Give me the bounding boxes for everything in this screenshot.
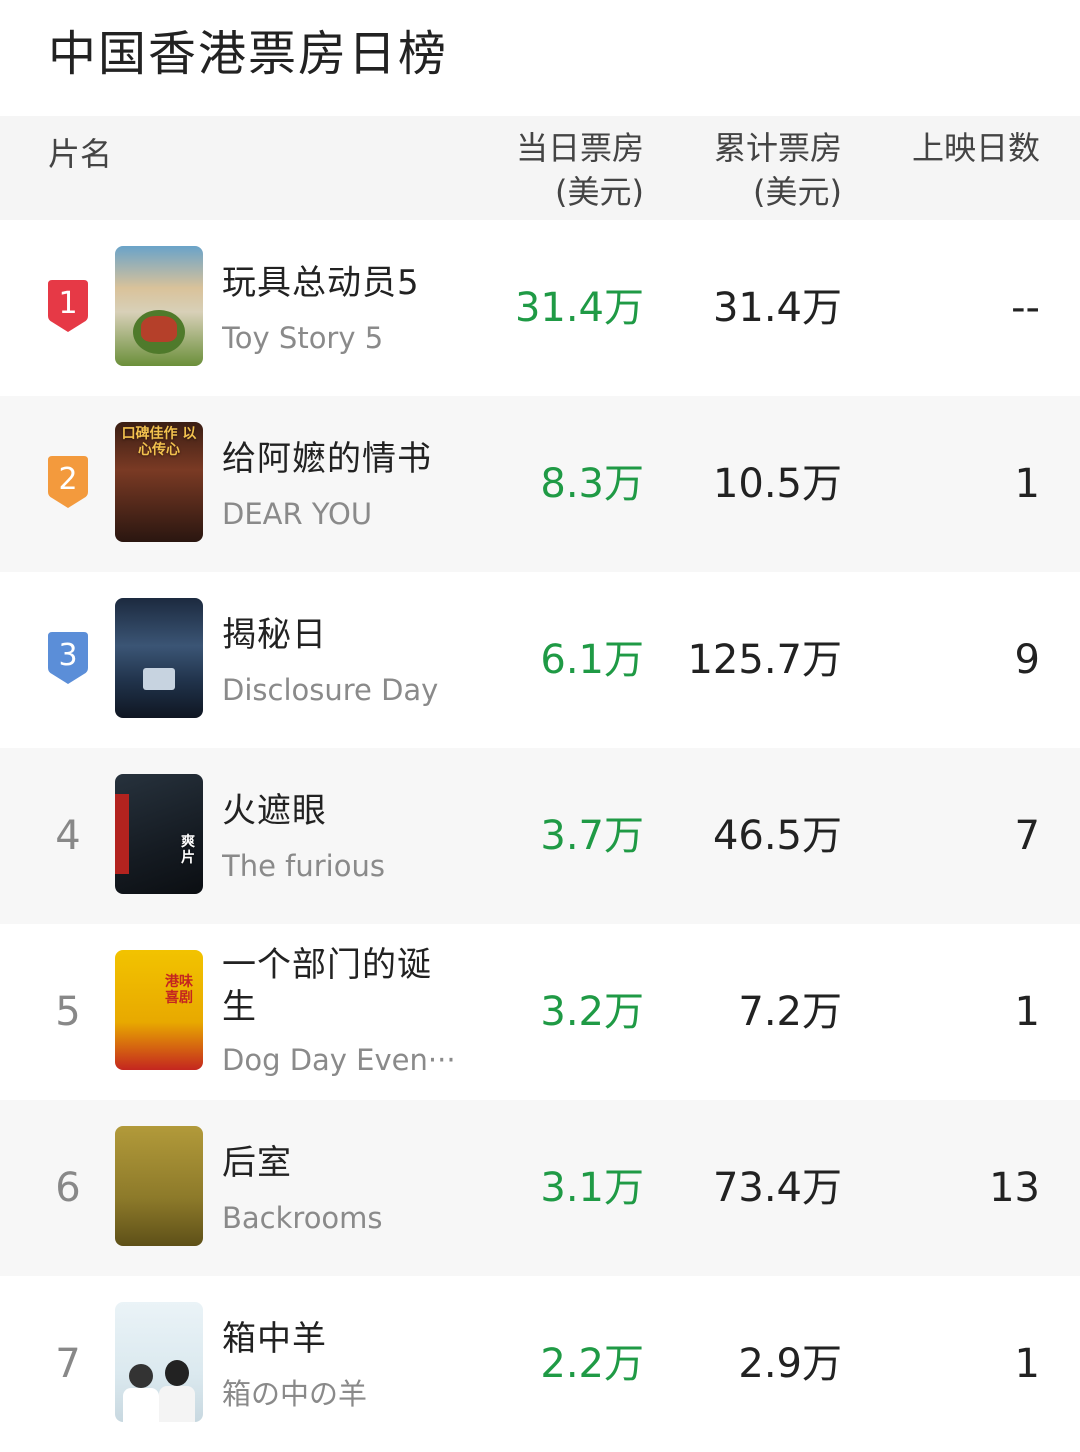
movie-title-zh: 给阿嬷的情书 (222, 439, 432, 479)
poster-figure (159, 1386, 195, 1422)
movie-title-zh: 箱中羊 (222, 1319, 327, 1359)
rank-number: 3 (58, 638, 78, 673)
total-gross: 73.4万 (712, 1165, 842, 1211)
day-gross: 3.2万 (540, 989, 644, 1035)
days-showing: -- (1011, 285, 1040, 331)
header-total-gross[interactable]: 累计票房 (美元) (714, 126, 842, 214)
table-row[interactable]: 3 揭秘日 Disclosure Day 6.1万 125.7万 9 (0, 572, 1080, 748)
day-gross: 3.7万 (540, 813, 644, 859)
movie-title-en: Backrooms (222, 1201, 383, 1235)
movie-title-en: Disclosure Day (222, 673, 439, 707)
movie-title-zh: 后室 (222, 1143, 292, 1183)
days-showing: 1 (1014, 1341, 1040, 1387)
table-row[interactable]: 7 箱中羊 箱の中の羊 2.2万 2.9万 1 (0, 1276, 1080, 1452)
rank-number: 5 (55, 989, 81, 1035)
rank-badge-bronze: 3 (44, 630, 92, 686)
movie-poster[interactable] (115, 598, 203, 718)
rank-badge-silver: 2 (44, 454, 92, 510)
movie-poster[interactable]: 爽片 (115, 774, 203, 894)
rank-number: 1 (58, 286, 78, 321)
total-gross: 46.5万 (712, 813, 842, 859)
rank-number: 2 (58, 462, 78, 497)
days-showing: 9 (1014, 637, 1040, 683)
day-gross: 8.3万 (540, 461, 644, 507)
movie-poster[interactable] (115, 1126, 203, 1246)
header-days[interactable]: 上映日数 (912, 126, 1040, 170)
table-row[interactable]: 1 玩具总动员5 Toy Story 5 31.4万 31.4万 -- (0, 220, 1080, 396)
day-gross: 31.4万 (514, 285, 644, 331)
table-row[interactable]: 5 港味喜剧 一个部门的诞生 Dog Day Even··· 3.2万 7.2万… (0, 924, 1080, 1100)
header-day-gross-label: 当日票房 (515, 129, 644, 167)
movie-title-en: Dog Day Even··· (222, 1043, 456, 1077)
movie-title-zh: 一个部门的诞生 (222, 945, 432, 1027)
days-showing: 7 (1014, 813, 1040, 859)
poster-figure (143, 668, 175, 690)
table-row[interactable]: 4 爽片 火遮眼 The furious 3.7万 46.5万 7 (0, 748, 1080, 924)
header-name: 片名 (48, 135, 113, 173)
poster-figure (115, 794, 129, 874)
table-row[interactable]: 2 口碑佳作 以心传心 给阿嬷的情书 DEAR YOU 8.3万 10.5万 1 (0, 396, 1080, 572)
day-gross: 3.1万 (540, 1165, 644, 1211)
poster-figure (165, 1360, 189, 1386)
total-gross: 2.9万 (738, 1341, 842, 1387)
day-gross: 2.2万 (540, 1341, 644, 1387)
days-showing: 13 (989, 1165, 1040, 1211)
total-gross: 31.4万 (712, 285, 842, 331)
table-row[interactable]: 6 后室 Backrooms 3.1万 73.4万 13 (0, 1100, 1080, 1276)
header-total-gross-unit: (美元) (753, 173, 842, 211)
header-total-gross-label: 累计票房 (713, 129, 842, 167)
poster-text: 港味喜剧 (165, 974, 193, 1006)
movie-poster[interactable] (115, 246, 203, 366)
movie-title-en: Toy Story 5 (222, 321, 384, 355)
movie-title-en: DEAR YOU (222, 497, 373, 531)
days-showing: 1 (1014, 989, 1040, 1035)
poster-text: 口碑佳作 以心传心 (121, 426, 197, 458)
total-gross: 10.5万 (712, 461, 842, 507)
rank-number: 7 (55, 1341, 81, 1387)
poster-figure (129, 1364, 153, 1388)
table-header: 片名 当日票房 (美元) 累计票房 (美元) 上映日数 (0, 116, 1080, 220)
poster-figure (141, 316, 177, 342)
movie-poster[interactable]: 港味喜剧 (115, 950, 203, 1070)
header-day-gross[interactable]: 当日票房 (美元) (516, 126, 644, 214)
movie-title-en: 箱の中の羊 (222, 1377, 368, 1411)
page-title: 中国香港票房日榜 (48, 26, 449, 82)
poster-text: 爽片 (181, 834, 195, 866)
rank-number: 4 (55, 813, 81, 859)
total-gross: 7.2万 (738, 989, 842, 1035)
movie-title-zh: 玩具总动员5 (222, 263, 420, 303)
movie-title-en: The furious (222, 849, 385, 883)
days-showing: 1 (1014, 461, 1040, 507)
rank-badge-gold: 1 (44, 278, 92, 334)
movie-title-zh: 揭秘日 (222, 615, 327, 655)
header-day-gross-unit: (美元) (555, 173, 644, 211)
poster-figure (123, 1388, 159, 1422)
movie-title-zh: 火遮眼 (222, 791, 327, 831)
rank-number: 6 (55, 1165, 81, 1211)
total-gross: 125.7万 (687, 637, 842, 683)
day-gross: 6.1万 (540, 637, 644, 683)
movie-poster[interactable] (115, 1302, 203, 1422)
movie-poster[interactable]: 口碑佳作 以心传心 (115, 422, 203, 542)
